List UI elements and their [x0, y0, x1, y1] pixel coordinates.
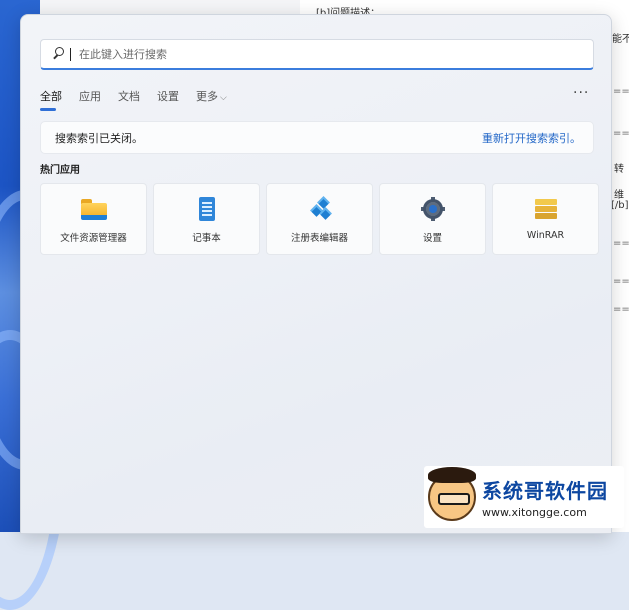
app-label: 注册表编辑器 [290, 233, 348, 244]
tab-all[interactable]: 全部 [40, 88, 62, 111]
app-label: WinRAR [526, 230, 565, 241]
app-tile-settings[interactable]: 设置 [379, 183, 486, 255]
app-tile-winrar[interactable]: WinRAR [492, 183, 599, 255]
app-tile-registry-editor[interactable]: 注册表编辑器 [266, 183, 373, 255]
app-tile-file-explorer[interactable]: 文件资源管理器 [40, 183, 147, 255]
tab-more-label: 更多 [196, 90, 218, 103]
mascot-logo [428, 467, 476, 521]
winrar-icon [533, 197, 559, 221]
watermark-name: 系统哥软件园 [482, 479, 608, 503]
tab-documents[interactable]: 文档 [118, 88, 140, 108]
watermark-url: www.xitongge.com [482, 506, 587, 519]
app-label: 记事本 [192, 233, 221, 244]
search-icon [52, 47, 66, 61]
doc-fragment: [/b] [611, 200, 629, 211]
top-apps-title: 热门应用 [40, 165, 80, 176]
registry-editor-icon [307, 196, 333, 221]
app-label: 文件资源管理器 [60, 233, 127, 244]
top-apps-grid: 文件资源管理器 记事本 注册表编辑器 设置 WinRAR [40, 183, 599, 255]
notice-text: 搜索索引已关闭。 [55, 131, 143, 145]
notepad-icon [194, 197, 220, 221]
site-watermark: 系统哥软件园 www.xitongge.com [424, 466, 624, 528]
index-notice: 搜索索引已关闭。 重新打开搜索索引。 [40, 121, 594, 154]
search-input[interactable] [77, 46, 593, 62]
folder-icon [80, 197, 107, 221]
chevron-down-icon: ⌵ [220, 93, 227, 103]
app-tile-notepad[interactable]: 记事本 [153, 183, 260, 255]
doc-fragment: 转 [614, 164, 624, 175]
ellipsis-icon: ··· [573, 85, 590, 101]
doc-fragment: 维 [614, 190, 624, 201]
search-box[interactable] [40, 39, 594, 70]
doc-fragment: 能不 [612, 34, 629, 45]
search-panel: 全部 应用 文档 设置 更多⌵ ··· 搜索索引已关闭。 重新打开搜索索引。 热… [20, 14, 612, 534]
text-caret [70, 47, 71, 61]
tab-settings[interactable]: 设置 [157, 88, 179, 108]
tab-apps[interactable]: 应用 [79, 88, 101, 108]
more-options-button[interactable]: ··· [573, 85, 589, 101]
gear-icon [420, 197, 446, 221]
app-label: 设置 [422, 233, 442, 244]
reenable-index-link[interactable]: 重新打开搜索索引。 [482, 130, 581, 146]
filter-tabs: 全部 应用 文档 设置 更多 ⌵ [40, 88, 244, 111]
tab-more[interactable]: 更多 ⌵ [196, 88, 227, 108]
